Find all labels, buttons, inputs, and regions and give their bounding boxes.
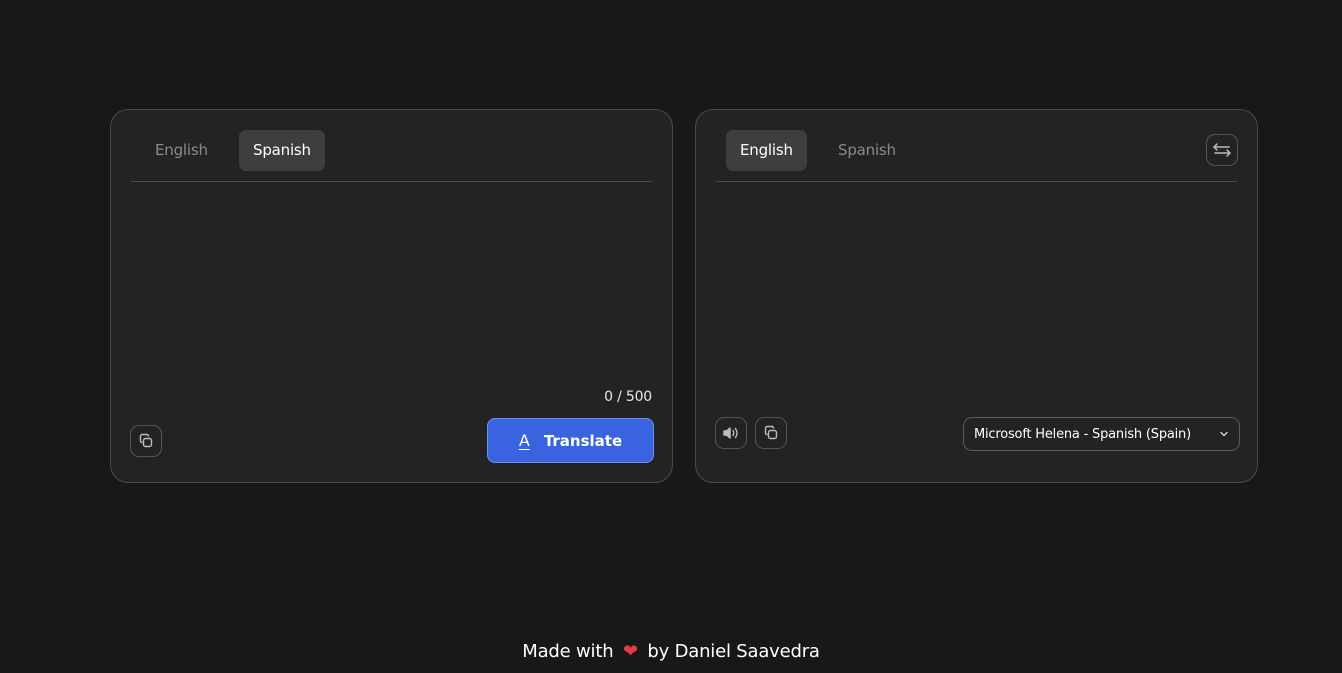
translate-button[interactable]: A Translate [487,418,654,463]
target-tab-english[interactable]: English [726,130,807,171]
source-text-input[interactable] [131,196,652,376]
copy-icon [138,433,154,449]
source-copy-button[interactable] [130,425,162,457]
speak-button[interactable] [715,417,747,449]
character-counter: 0 / 500 [604,389,652,405]
swap-languages-button[interactable] [1206,134,1238,166]
voice-select[interactable]: Microsoft Helena - Spanish (Spain) [963,417,1240,451]
translation-output [716,196,1237,396]
source-tab-spanish[interactable]: Spanish [239,130,325,171]
heart-icon: ❤ [622,641,638,662]
target-tab-spanish[interactable]: Spanish [824,130,910,171]
voice-select-value: Microsoft Helena - Spanish (Spain) [974,426,1191,442]
footer-credit: Made with ❤ by Daniel Saavedra [0,641,1342,662]
target-panel: English Spanish Microsoft Helena - Spani… [695,109,1258,483]
speaker-icon [722,425,740,441]
footer-prefix: Made with [522,641,614,662]
translate-button-label: Translate [543,431,623,450]
swap-icon [1212,142,1232,158]
chevron-down-icon [1219,430,1229,438]
target-copy-button[interactable] [755,417,787,449]
footer-author: by Daniel Saavedra [647,641,820,662]
translate-icon: A [518,431,530,450]
source-language-tabs: English Spanish [131,130,652,182]
source-panel: English Spanish 0 / 500 A Translate [110,109,673,483]
translator-app: English Spanish 0 / 500 A Translate Engl… [0,0,1342,673]
copy-icon [763,425,779,441]
target-language-tabs: English Spanish [716,130,1237,182]
source-tab-english[interactable]: English [141,130,222,171]
